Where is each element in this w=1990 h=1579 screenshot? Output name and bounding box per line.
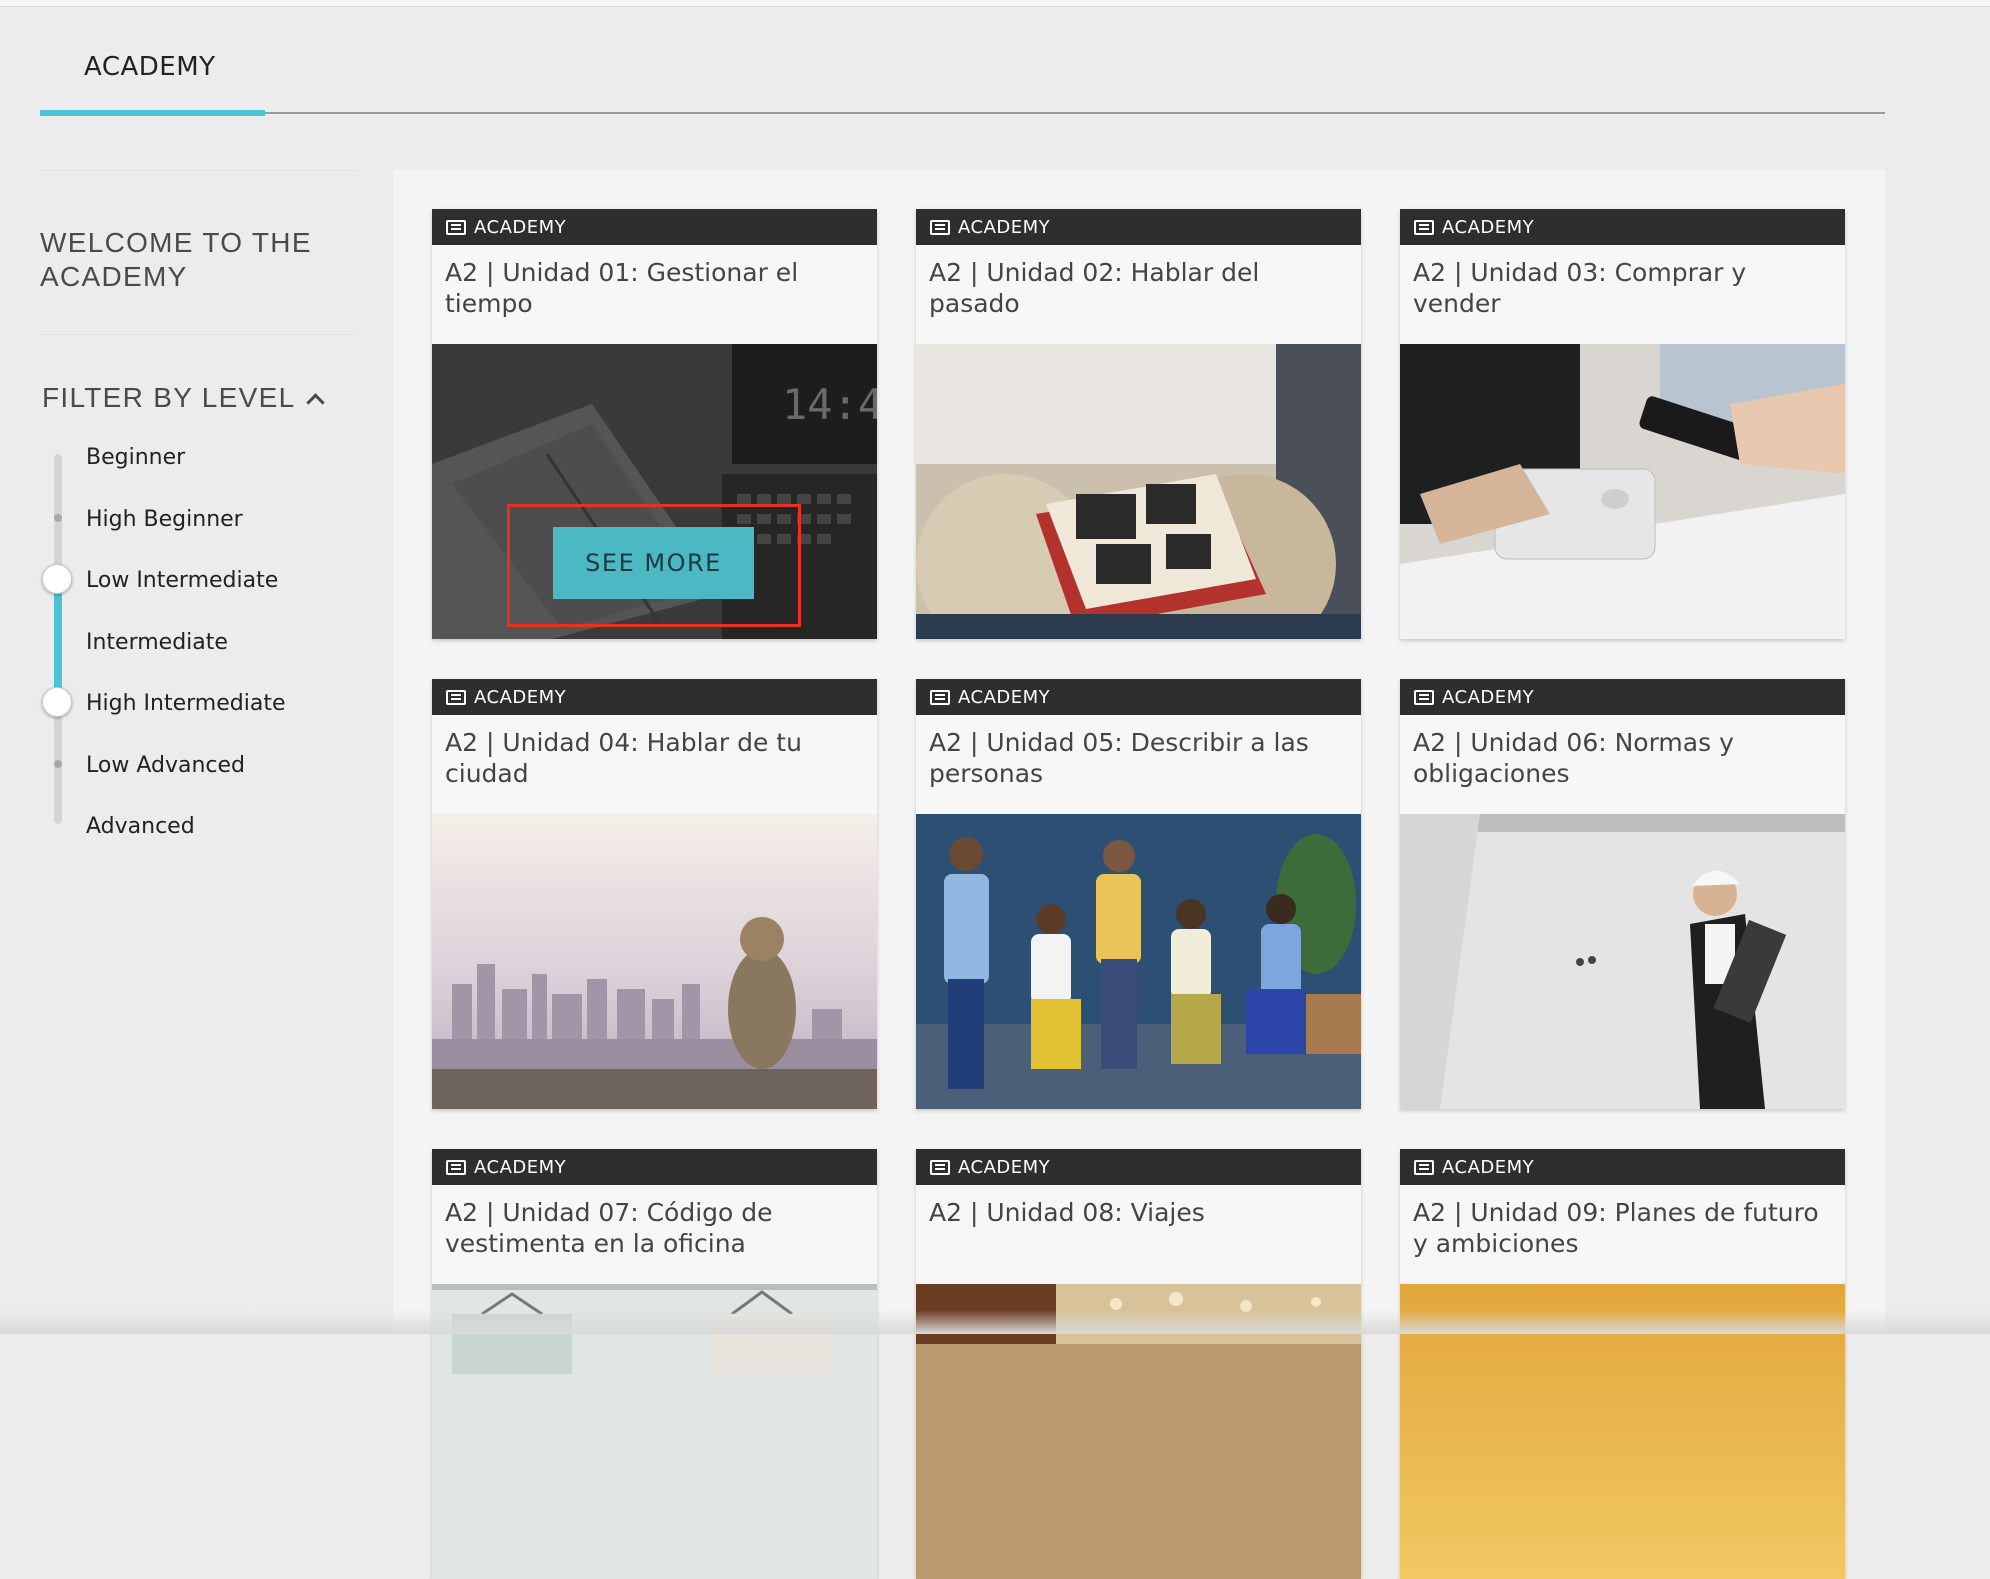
course-card[interactable]: ACADEMY A2 | Unidad 04: Hablar de tu ciu… [432, 679, 877, 1109]
tab-academy[interactable]: ACADEMY [40, 40, 265, 116]
category-bar: ACADEMY [916, 679, 1361, 715]
card-title: A2 | Unidad 03: Comprar y vender [1413, 258, 1747, 318]
card-title: A2 | Unidad 06: Normas y obligaciones [1413, 728, 1734, 788]
category-bar: ACADEMY [432, 1149, 877, 1185]
level-option[interactable]: Low Intermediate [86, 561, 286, 623]
card-image [916, 814, 1361, 1109]
card-title: A2 | Unidad 04: Hablar de tu ciudad [445, 728, 802, 788]
article-icon [1414, 1159, 1434, 1175]
article-icon [446, 219, 466, 235]
active-tab-indicator [40, 110, 265, 116]
top-border [0, 0, 1990, 7]
level-range-slider[interactable] [42, 454, 72, 824]
card-image: 14:4 SEE MORE [432, 344, 877, 639]
sidebar-divider [40, 334, 358, 335]
filter-by-level-toggle[interactable]: FILTER BY LEVEL [42, 382, 326, 414]
category-label: ACADEMY [474, 1156, 567, 1178]
filter-by-level-label: FILTER BY LEVEL [42, 382, 296, 413]
card-title: A2 | Unidad 09: Planes de futuro y ambic… [1413, 1198, 1819, 1258]
slider-tick [54, 514, 62, 522]
course-card[interactable]: ACADEMY A2 | Unidad 05: Describir a las … [916, 679, 1361, 1109]
article-icon [1414, 689, 1434, 705]
card-title: A2 | Unidad 08: Viajes [929, 1198, 1205, 1227]
article-icon [930, 1159, 950, 1175]
sidebar: WELCOME TO THE ACADEMY FILTER BY LEVEL B… [40, 170, 358, 839]
slider-handle-high[interactable] [42, 687, 72, 717]
tab-bar: ACADEMY [40, 40, 1885, 116]
article-icon [1414, 219, 1434, 235]
level-option[interactable]: Intermediate [86, 623, 286, 685]
category-label: ACADEMY [958, 1156, 1051, 1178]
course-card[interactable]: ACADEMY A2 | Unidad 07: Código de vestim… [432, 1149, 877, 1579]
see-more-button[interactable]: SEE MORE [553, 527, 754, 599]
course-card[interactable]: ACADEMY A2 | Unidad 01: Gestionar el tie… [432, 209, 877, 639]
card-title: A2 | Unidad 05: Describir a las personas [929, 728, 1309, 788]
level-list: Beginner High Beginner Low Intermediate … [86, 438, 286, 869]
chevron-up-icon [306, 392, 326, 412]
bottom-fade [0, 1310, 1990, 1334]
card-image [916, 344, 1361, 639]
course-card[interactable]: ACADEMY A2 | Unidad 02: Hablar del pasad… [916, 209, 1361, 639]
course-card[interactable]: ACADEMY A2 | Unidad 03: Comprar y vender [1400, 209, 1845, 639]
level-option[interactable]: Low Advanced [86, 746, 286, 808]
level-option[interactable]: High Beginner [86, 500, 286, 562]
category-label: ACADEMY [958, 216, 1051, 238]
slider-handle-low[interactable] [42, 564, 72, 594]
course-card[interactable]: ACADEMY A2 | Unidad 06: Normas y obligac… [1400, 679, 1845, 1109]
clock-text: 14:4 [782, 380, 877, 429]
category-bar: ACADEMY [1400, 209, 1845, 245]
category-label: ACADEMY [1442, 1156, 1535, 1178]
category-bar: ACADEMY [1400, 1149, 1845, 1185]
article-icon [930, 689, 950, 705]
tab-bar-rule [40, 112, 1885, 114]
article-icon [446, 689, 466, 705]
category-label: ACADEMY [474, 216, 567, 238]
category-label: ACADEMY [1442, 686, 1535, 708]
category-bar: ACADEMY [432, 209, 877, 245]
card-image [1400, 814, 1845, 1109]
category-bar: ACADEMY [432, 679, 877, 715]
course-card[interactable]: ACADEMY A2 | Unidad 08: Viajes [916, 1149, 1361, 1579]
slider-selected-range [54, 578, 62, 701]
category-label: ACADEMY [1442, 216, 1535, 238]
card-image [1400, 344, 1845, 639]
slider-tick [54, 760, 62, 768]
category-label: ACADEMY [958, 686, 1051, 708]
category-label: ACADEMY [474, 686, 567, 708]
card-title: A2 | Unidad 07: Código de vestimenta en … [445, 1198, 773, 1258]
course-card[interactable]: ACADEMY A2 | Unidad 09: Planes de futuro… [1400, 1149, 1845, 1579]
level-option[interactable]: Advanced [86, 807, 286, 869]
category-bar: ACADEMY [916, 209, 1361, 245]
card-image [432, 814, 877, 1109]
welcome-heading: WELCOME TO THE ACADEMY [40, 227, 312, 292]
level-option[interactable]: High Intermediate [86, 684, 286, 746]
category-bar: ACADEMY [916, 1149, 1361, 1185]
article-icon [930, 219, 950, 235]
level-option[interactable]: Beginner [86, 438, 286, 500]
card-title: A2 | Unidad 02: Hablar del pasado [929, 258, 1260, 318]
tab-academy-label: ACADEMY [84, 52, 216, 82]
article-icon [446, 1159, 466, 1175]
sidebar-divider [40, 170, 358, 171]
card-title: A2 | Unidad 01: Gestionar el tiempo [445, 258, 799, 318]
category-bar: ACADEMY [1400, 679, 1845, 715]
